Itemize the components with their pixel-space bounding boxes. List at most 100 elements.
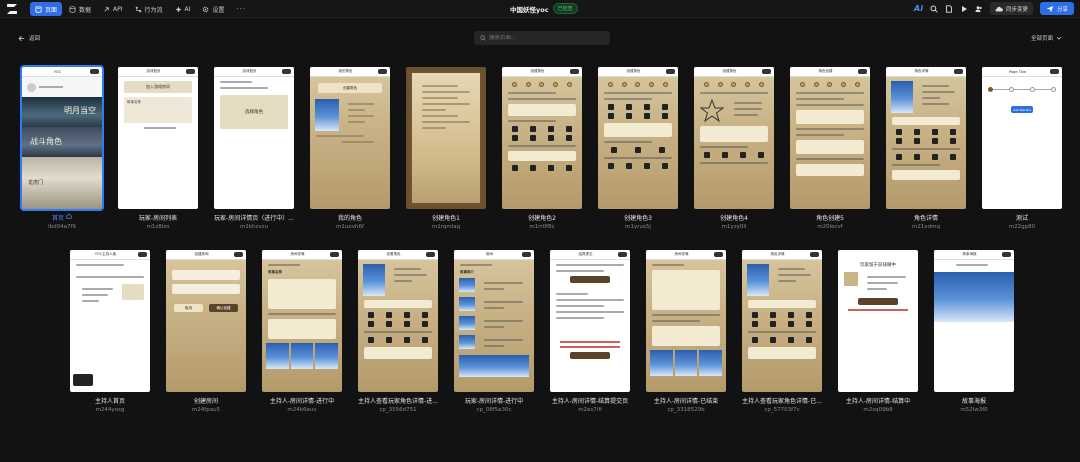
thumb-title: 创建角色	[626, 69, 641, 73]
page-thumbnail[interactable]: 我的角色 创建角色	[310, 67, 390, 209]
page-thumbnail[interactable]: 查看角色	[358, 250, 438, 392]
page-id: m244yosg	[95, 407, 125, 413]
gear-icon	[203, 6, 209, 12]
thumb-heading: 玩家留于前排撤中	[860, 263, 896, 268]
page-card[interactable]: YOC主持人版 主持人首页 m244yosg	[70, 250, 150, 413]
page-thumbnail[interactable]: YOC 明月当空 战斗角色 龙虎门	[20, 65, 104, 211]
nav-item-ai[interactable]: AI	[170, 2, 196, 16]
chevron-down-icon	[1056, 37, 1062, 40]
banner-text: 战斗角色	[30, 137, 62, 146]
search-input[interactable]	[489, 35, 599, 41]
page-thumbnail[interactable]: 游戏首页 加入游戏房间 故事名称	[118, 67, 198, 209]
page-card[interactable]: 我的角色 创建角色 我的角色 m1uovh6f	[310, 67, 390, 230]
search-icon[interactable]	[930, 5, 938, 13]
page-thumbnail[interactable]: 角色创建	[790, 67, 870, 209]
page-thumbnail[interactable]: 结算提交	[550, 250, 630, 392]
thumb-title: 故事海报	[962, 252, 977, 256]
page-card[interactable]: 创建房间 取消 确认创建 创建房间 m24fpau5	[166, 250, 246, 413]
page-card[interactable]: 查看角色 主持人查看玩家角色详情-进... cp_3556d751	[358, 250, 438, 413]
page-id: cp_3556d751	[379, 407, 417, 413]
page-card[interactable]: 角色详情 角色详情 m21vdmq	[886, 67, 966, 230]
page-thumbnail[interactable]: YOC主持人版	[70, 250, 150, 392]
page-card[interactable]: 创建角色 创建角色3 m1yrus5j	[598, 67, 678, 230]
nav-item-flow[interactable]: 行为流	[130, 2, 168, 16]
page-card[interactable]: 角色详情 主持人查看玩家角色详情-已... cp_57703f7c	[742, 250, 822, 413]
page-thumbnail[interactable]: 创建角色	[502, 67, 582, 209]
thumb-title: 房间	[486, 252, 493, 256]
page-card[interactable]: 房间详情 主持人-房间详情-已结束 cp_3318529b	[646, 250, 726, 413]
page-card[interactable]: Page Title Get Started 测试 m22gp80	[982, 67, 1062, 230]
page-card[interactable]: 角色创建 角色创建5 m20lecvf	[790, 67, 870, 230]
page-card[interactable]: 创建角色 创建角色2 m1rr0f8c	[502, 67, 582, 230]
thumb-title: 房间详情	[290, 252, 305, 256]
send-icon	[1046, 5, 1054, 12]
pentagram-icon	[700, 98, 724, 122]
status-badge[interactable]: 已检查	[552, 3, 578, 14]
page-thumbnail[interactable]: 玩家留于前排撤中	[838, 250, 918, 392]
nav-item-label: API	[113, 5, 123, 13]
thumb-button: 创建角色	[318, 83, 382, 93]
thumb-button: 取消	[174, 304, 203, 312]
thumb-title: 房间详情	[674, 252, 689, 256]
sync-changes-button[interactable]: 同步变更	[989, 2, 1033, 15]
page-search[interactable]	[474, 31, 610, 45]
page-name: 玩家-房间详情页（进行中）...	[214, 215, 294, 222]
page-thumbnail[interactable]: Page Title Get Started	[982, 67, 1062, 209]
page-card[interactable]: 游戏首页 选择角色 玩家-房间详情页（进行中）... m1khzvzu	[214, 67, 294, 230]
page-card[interactable]: 玩家留于前排撤中 主持人-房间详情-结算中 m2sq09b8	[838, 250, 918, 413]
page-thumbnail[interactable]: 故事海报	[934, 250, 1014, 392]
page-name: 故事海报	[961, 398, 986, 405]
page-id: m20lecvf	[817, 224, 843, 230]
sync-label: 同步变更	[1005, 6, 1028, 13]
page-card[interactable]: 创建角色1 m1rqmlaq	[406, 67, 486, 230]
page-card[interactable]: 房间 故事简介 玩家-房间详情-进行中 cp_08f5a30c	[454, 250, 534, 413]
nav-item-api[interactable]: API	[98, 2, 128, 16]
ai-assistant-icon[interactable]: Ai	[914, 4, 923, 13]
back-button[interactable]: 返回	[18, 34, 40, 42]
thumb-title: 创建角色	[722, 69, 737, 73]
page-id: m1z8izo	[146, 224, 170, 230]
page-card[interactable]: 游戏首页 加入游戏房间 故事名称 玩家-房间列表 m1z8izo	[118, 67, 198, 230]
page-thumbnail[interactable]: 角色详情	[742, 250, 822, 392]
page-card[interactable]: 房间详情 故事名称 主持人-房间详情-进行中 m24k6euv	[262, 250, 342, 413]
page-id: lbd04a7f9	[48, 224, 76, 230]
page-name: 创建角色4	[720, 215, 748, 222]
page-card[interactable]: 创建角色 创建角色4 m1yzy0il	[694, 67, 774, 230]
app-logo-icon[interactable]	[6, 3, 18, 15]
page-thumbnail[interactable]: 游戏首页 选择角色	[214, 67, 294, 209]
nav-item-pages[interactable]: 页面	[30, 2, 63, 16]
back-label: 返回	[29, 36, 41, 42]
page-filter-dropdown[interactable]: 全部页面	[1031, 34, 1062, 42]
play-icon[interactable]	[960, 5, 968, 13]
project-title[interactable]: 中国妖怪yoc	[510, 4, 549, 14]
thumb-title: 角色详情	[914, 69, 929, 73]
page-thumbnail[interactable]: 角色详情	[886, 67, 966, 209]
page-thumbnail[interactable]	[406, 67, 486, 209]
thumb-title: 创建房间	[194, 252, 209, 256]
page-thumbnail[interactable]: 创建房间 取消 确认创建	[166, 250, 246, 392]
thumb-button: 加入游戏房间	[124, 81, 192, 93]
page-thumbnail[interactable]: 创建角色	[694, 67, 774, 209]
share-button[interactable]: 分享	[1039, 2, 1074, 15]
page-thumbnail[interactable]: 房间详情 故事名称	[262, 250, 342, 392]
page-card-home[interactable]: YOC 明月当空 战斗角色 龙虎门 首页 lbd04a7f9	[20, 65, 104, 230]
cloud-icon	[995, 6, 1003, 11]
nav-item-data[interactable]: 数据	[64, 2, 96, 16]
page-icon	[35, 5, 42, 13]
page-thumbnail[interactable]: 创建角色	[598, 67, 678, 209]
page-thumbnail[interactable]: 房间详情	[646, 250, 726, 392]
filter-label: 全部页面	[1030, 36, 1053, 42]
page-card[interactable]: 结算提交 主持人-房间详情-结算提交页 m2es7ifi	[550, 250, 630, 413]
page-card[interactable]: 故事海报 故事海报 m52lw3f0	[934, 250, 1014, 413]
users-icon[interactable]	[975, 5, 983, 13]
search-icon	[480, 35, 486, 41]
thumb-heading: 故事名称	[268, 270, 282, 274]
more-menu-button[interactable]: ···	[231, 2, 251, 16]
project-header: 中国妖怪yoc 已检查	[510, 3, 578, 14]
document-icon[interactable]	[945, 4, 953, 13]
page-thumbnail[interactable]: 房间 故事简介	[454, 250, 534, 392]
page-id: m1khzvzu	[239, 224, 269, 230]
page-name: 玩家-房间列表	[138, 215, 178, 222]
nav-item-settings[interactable]: 设置	[197, 2, 229, 16]
thumb-title: 我的角色	[338, 69, 353, 73]
